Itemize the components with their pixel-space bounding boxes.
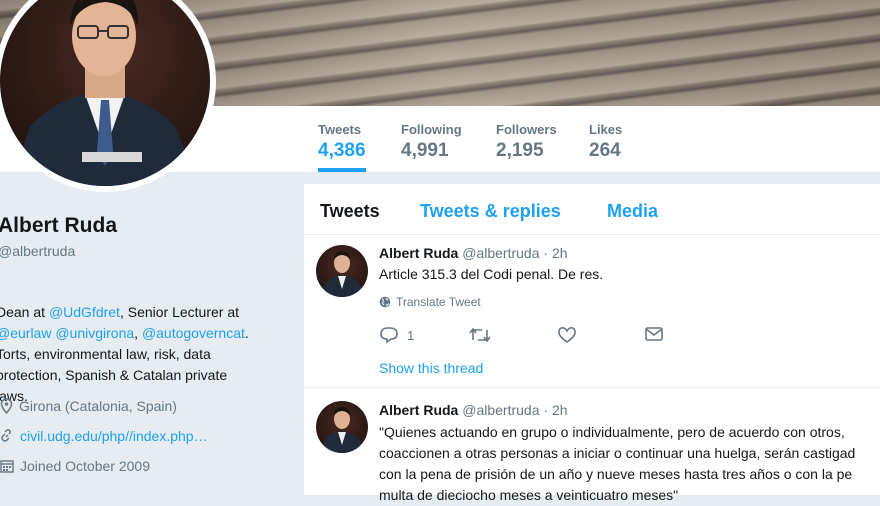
bio-text: , Senior Lecturer at bbox=[119, 304, 240, 320]
stat-value: 4,386 bbox=[318, 140, 366, 161]
tweet-time[interactable]: · 2h bbox=[543, 245, 567, 261]
tweet-header: Albert Ruda @albertruda · 2h bbox=[379, 245, 568, 261]
profile-website[interactable]: civil.udg.edu/php//index.php… bbox=[0, 428, 208, 444]
tweet-time[interactable]: · 2h bbox=[543, 402, 567, 418]
bio-text: Torts, environmental law, risk, data bbox=[0, 346, 211, 362]
message-button[interactable] bbox=[644, 326, 664, 342]
bio-mention-link[interactable]: @univgirona bbox=[55, 325, 134, 341]
tweet[interactable]: Albert Ruda @albertruda · 2h Article 315… bbox=[304, 235, 880, 388]
reply-button[interactable]: 1 bbox=[379, 326, 414, 344]
timeline-tabs: Tweets Tweets & replies Media bbox=[304, 184, 880, 235]
tweet-text-line: multa de dieciocho meses a veinticuatro … bbox=[379, 487, 679, 503]
tweet[interactable]: Albert Ruda @albertruda · 2h "Quienes ac… bbox=[304, 388, 880, 503]
stat-value: 264 bbox=[589, 140, 621, 161]
bio-line: protection, Spanish & Catalan private bbox=[0, 365, 281, 386]
tweet-text-line: "Quienes actuando en grupo o individualm… bbox=[379, 424, 845, 440]
profile-joined: Joined October 2009 bbox=[0, 458, 150, 474]
reply-icon bbox=[380, 327, 398, 344]
tweet-text: "Quienes actuando en grupo o individualm… bbox=[379, 422, 855, 506]
avatar-photo bbox=[10, 0, 200, 186]
profile-bio: Dean at @UdGfdret, Senior Lecturer at @eu… bbox=[0, 302, 281, 407]
tweet-avatar-photo bbox=[320, 407, 364, 453]
tweet-author-handle[interactable]: @albertruda bbox=[462, 245, 539, 261]
tweet-avatar[interactable] bbox=[316, 245, 368, 297]
stat-tweets[interactable]: Tweets 4,386 bbox=[318, 122, 366, 172]
bio-mention-link[interactable]: @eurlaw bbox=[0, 325, 51, 341]
tweet-text-line: con la pena de prisión de un año y nueve… bbox=[379, 466, 853, 482]
profile-avatar[interactable] bbox=[0, 0, 210, 186]
tweet-header: Albert Ruda @albertruda · 2h bbox=[379, 402, 568, 418]
globe-icon bbox=[379, 296, 391, 308]
envelope-icon bbox=[645, 327, 663, 341]
timeline: Tweets Tweets & replies Media Albert Rud… bbox=[304, 184, 880, 503]
link-icon bbox=[1, 429, 11, 442]
tweet-author-name[interactable]: Albert Ruda bbox=[379, 245, 458, 261]
bio-line: Torts, environmental law, risk, data bbox=[0, 344, 281, 365]
tab-media[interactable]: Media bbox=[607, 201, 658, 222]
tweet-avatar-photo bbox=[320, 251, 364, 297]
bio-text: , bbox=[134, 325, 142, 341]
tweet-text: Article 315.3 del Codi penal. De res. bbox=[379, 266, 604, 282]
calendar-icon bbox=[0, 460, 14, 473]
profile-location: Girona (Catalonia, Spain) bbox=[0, 398, 177, 414]
show-thread-link[interactable]: Show this thread bbox=[379, 360, 483, 376]
joined-text: Joined October 2009 bbox=[20, 458, 150, 474]
reply-count: 1 bbox=[407, 327, 415, 343]
bio-text: protection, Spanish & Catalan private bbox=[0, 367, 228, 383]
tweet-actions: 1 bbox=[379, 326, 679, 346]
bio-text: . bbox=[244, 325, 249, 341]
translate-tweet[interactable]: Translate Tweet bbox=[379, 295, 481, 309]
stat-likes[interactable]: Likes 264 bbox=[589, 122, 622, 172]
tweet-text-line: coaccionen a otras personas a iniciar o … bbox=[379, 445, 856, 461]
tweet-author-name[interactable]: Albert Ruda bbox=[379, 402, 458, 418]
stat-label: Tweets bbox=[318, 122, 362, 137]
stat-label: Following bbox=[401, 122, 462, 137]
bio-mention-link[interactable]: @autogoverncat bbox=[142, 325, 245, 341]
heart-icon bbox=[558, 327, 576, 343]
stat-following[interactable]: Following 4,991 bbox=[401, 122, 462, 172]
tab-tweets[interactable]: Tweets bbox=[320, 201, 380, 222]
retweet-icon bbox=[469, 327, 491, 343]
stat-label: Likes bbox=[589, 122, 623, 137]
tweet-avatar[interactable] bbox=[316, 401, 368, 453]
tweet-author-handle[interactable]: @albertruda bbox=[462, 402, 539, 418]
stat-value: 4,991 bbox=[401, 140, 449, 161]
location-text: Girona (Catalonia, Spain) bbox=[19, 398, 177, 414]
translate-label: Translate Tweet bbox=[396, 295, 481, 309]
tab-tweets-replies[interactable]: Tweets & replies bbox=[420, 201, 561, 222]
bio-line: @eurlaw @univgirona, @autogoverncat. bbox=[0, 323, 281, 344]
retweet-button[interactable] bbox=[469, 326, 491, 344]
profile-sidebar: Albert Ruda @albertruda Dean at @UdGfdre… bbox=[0, 172, 300, 495]
like-button[interactable] bbox=[557, 326, 577, 344]
bio-line: Dean at @UdGfdret, Senior Lecturer at bbox=[0, 302, 281, 323]
profile-handle[interactable]: @albertruda bbox=[0, 243, 75, 259]
location-pin-icon bbox=[0, 398, 13, 414]
website-link[interactable]: civil.udg.edu/php//index.php… bbox=[20, 428, 208, 444]
bio-text: Dean at bbox=[0, 304, 49, 320]
bio-mention-link[interactable]: @UdGfdret bbox=[49, 304, 120, 320]
stat-followers[interactable]: Followers 2,195 bbox=[496, 122, 557, 172]
profile-name[interactable]: Albert Ruda bbox=[0, 214, 117, 238]
stat-value: 2,195 bbox=[496, 140, 544, 161]
stat-label: Followers bbox=[496, 122, 557, 137]
